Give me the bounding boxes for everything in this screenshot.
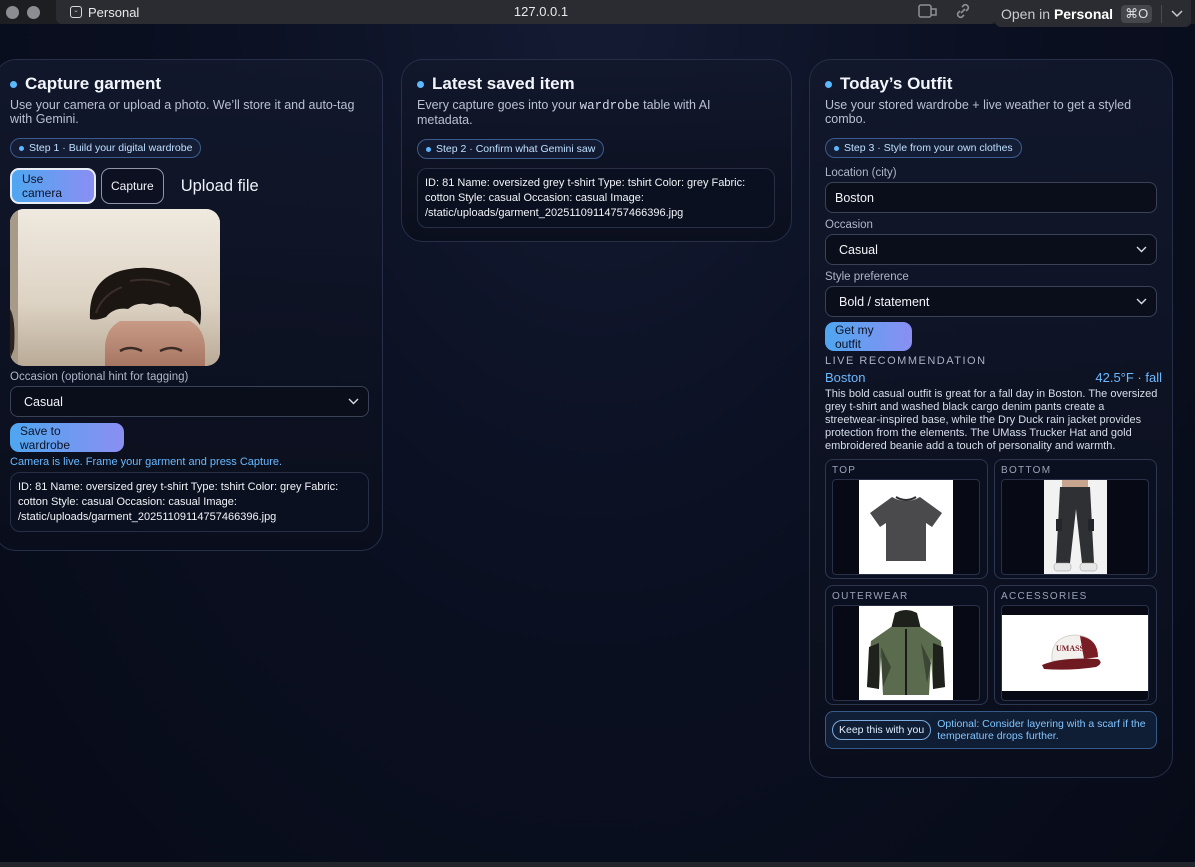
minimize-window-button[interactable] <box>27 5 40 19</box>
open-in-prefix: Open in <box>1001 5 1051 22</box>
capture-title: Capture garment <box>10 74 372 94</box>
capture-result-box: ID: 81 Name: oversized grey t-shirt Type… <box>10 472 369 532</box>
bottom-dock-strip <box>0 862 1195 867</box>
save-to-wardrobe-button[interactable]: Save to wardrobe <box>10 423 124 452</box>
capture-button[interactable]: Capture <box>101 168 164 204</box>
slot-label-top: TOP <box>832 465 857 476</box>
latest-title: Latest saved item <box>417 74 781 94</box>
outfit-panel: Today’s Outfit Use your stored wardrobe … <box>809 59 1173 778</box>
keep-this-pill: Keep this with you <box>832 720 932 740</box>
latest-description: Every capture goes into your wardrobe ta… <box>417 98 711 127</box>
outfit-slot-bottom: BOTTOM <box>994 459 1157 579</box>
sidebar-toggle-icon[interactable] <box>918 3 938 23</box>
keep-with-you-box: Keep this with you Optional: Consider la… <box>825 711 1157 749</box>
chevron-down-icon <box>348 396 359 408</box>
hat-logo-text: UMASS <box>1056 644 1085 653</box>
slot-label-accessories: ACCESSORIES <box>1001 591 1088 602</box>
weather-reading: 42.5°F · fall <box>1095 370 1162 385</box>
capture-occasion-label: Occasion (optional hint for tagging) <box>10 371 189 383</box>
slot-label-bottom: BOTTOM <box>1001 465 1052 476</box>
capture-occasion-select[interactable]: Casual <box>10 386 369 417</box>
outerwear-image-frame <box>832 605 980 701</box>
latest-item-details: ID: 81 Name: oversized grey t-shirt Type… <box>417 168 775 228</box>
rain-jacket-image <box>867 610 945 695</box>
bullet-dot-icon <box>19 145 24 151</box>
accessories-image-frame: UMASS <box>1001 605 1149 701</box>
url-text[interactable]: 127.0.0.1 <box>506 4 576 19</box>
camera-feed-image <box>10 209 220 366</box>
chevron-down-icon <box>1136 296 1147 308</box>
tshirt-image <box>870 496 942 561</box>
chevron-down-icon[interactable] <box>1171 7 1183 21</box>
city-name: Boston <box>825 370 866 385</box>
profile-smiley-icon: ᵕ <box>70 6 82 18</box>
location-label: Location (city) <box>825 167 897 179</box>
recommendation-text: This bold casual outfit is great for a f… <box>825 388 1158 452</box>
occasion-label: Occasion <box>825 219 873 231</box>
chevron-down-icon <box>1136 244 1147 256</box>
trucker-hat-image: UMASS <box>1042 634 1101 670</box>
outfit-description: Use your stored wardrobe + live weather … <box>825 98 1132 126</box>
bullet-dot-icon <box>417 80 424 88</box>
style-preference-label: Style preference <box>825 271 909 283</box>
profile-name: Personal <box>88 4 140 20</box>
close-window-button[interactable] <box>6 5 19 19</box>
latest-item-panel: Latest saved item Every capture goes int… <box>401 59 792 242</box>
style-preference-select[interactable]: Bold / statement <box>825 286 1157 317</box>
outfit-slot-top: TOP <box>825 459 988 579</box>
slot-label-outerwear: OUTERWEAR <box>832 591 909 602</box>
outfit-grid: TOP BOTTOM OUTERWEAR ACCESSORIES UMASS <box>825 459 1162 705</box>
bullet-dot-icon <box>10 80 17 88</box>
location-input[interactable]: Boston <box>825 182 1157 213</box>
step-3-pill: Step 3 · Style from your own clothes <box>825 138 1022 158</box>
open-in-profile-name: Personal <box>1053 5 1114 22</box>
weather-row: Boston 42.5°F · fall <box>825 370 1162 385</box>
bullet-dot-icon <box>825 80 832 88</box>
shortcut-badge: ⌘O <box>1121 4 1153 23</box>
outfit-slot-outerwear: OUTERWEAR <box>825 585 988 705</box>
outfit-title: Today’s Outfit <box>825 74 1162 94</box>
capture-panel: Capture garment Use your camera or uploa… <box>0 59 383 551</box>
open-in-profile-button[interactable]: Open in Personal ⌘O <box>995 0 1191 27</box>
step-1-pill: Step 1 · Build your digital wardrobe <box>10 138 202 158</box>
bullet-dot-icon <box>834 145 839 151</box>
profile-indicator[interactable]: ᵕ Personal <box>56 5 139 20</box>
use-camera-button[interactable]: Use camera <box>10 168 96 204</box>
top-image-frame <box>832 479 980 575</box>
bottom-image-frame <box>1001 479 1149 575</box>
layering-tip-text: Optional: Consider layering with a scarf… <box>937 718 1146 742</box>
capture-description: Use your camera or upload a photo. We’ll… <box>10 98 355 126</box>
cargo-pants-image <box>1043 480 1107 574</box>
step-2-pill: Step 2 · Confirm what Gemini saw <box>417 139 605 159</box>
get-my-outfit-button[interactable]: Get my outfit <box>825 322 912 351</box>
camera-status-text: Camera is live. Frame your garment and p… <box>10 456 283 468</box>
camera-preview <box>10 209 220 366</box>
bullet-dot-icon <box>426 146 431 152</box>
occasion-select[interactable]: Casual <box>825 234 1157 265</box>
window-controls <box>0 5 40 19</box>
address-bar[interactable]: ᵕ Personal 127.0.0.1 <box>56 0 996 24</box>
outfit-slot-accessories: ACCESSORIES UMASS <box>994 585 1157 705</box>
link-icon[interactable] <box>954 3 972 23</box>
live-recommendation-heading: LIVE RECOMMENDATION <box>825 355 987 367</box>
upload-file-button[interactable]: Upload file <box>181 177 259 196</box>
